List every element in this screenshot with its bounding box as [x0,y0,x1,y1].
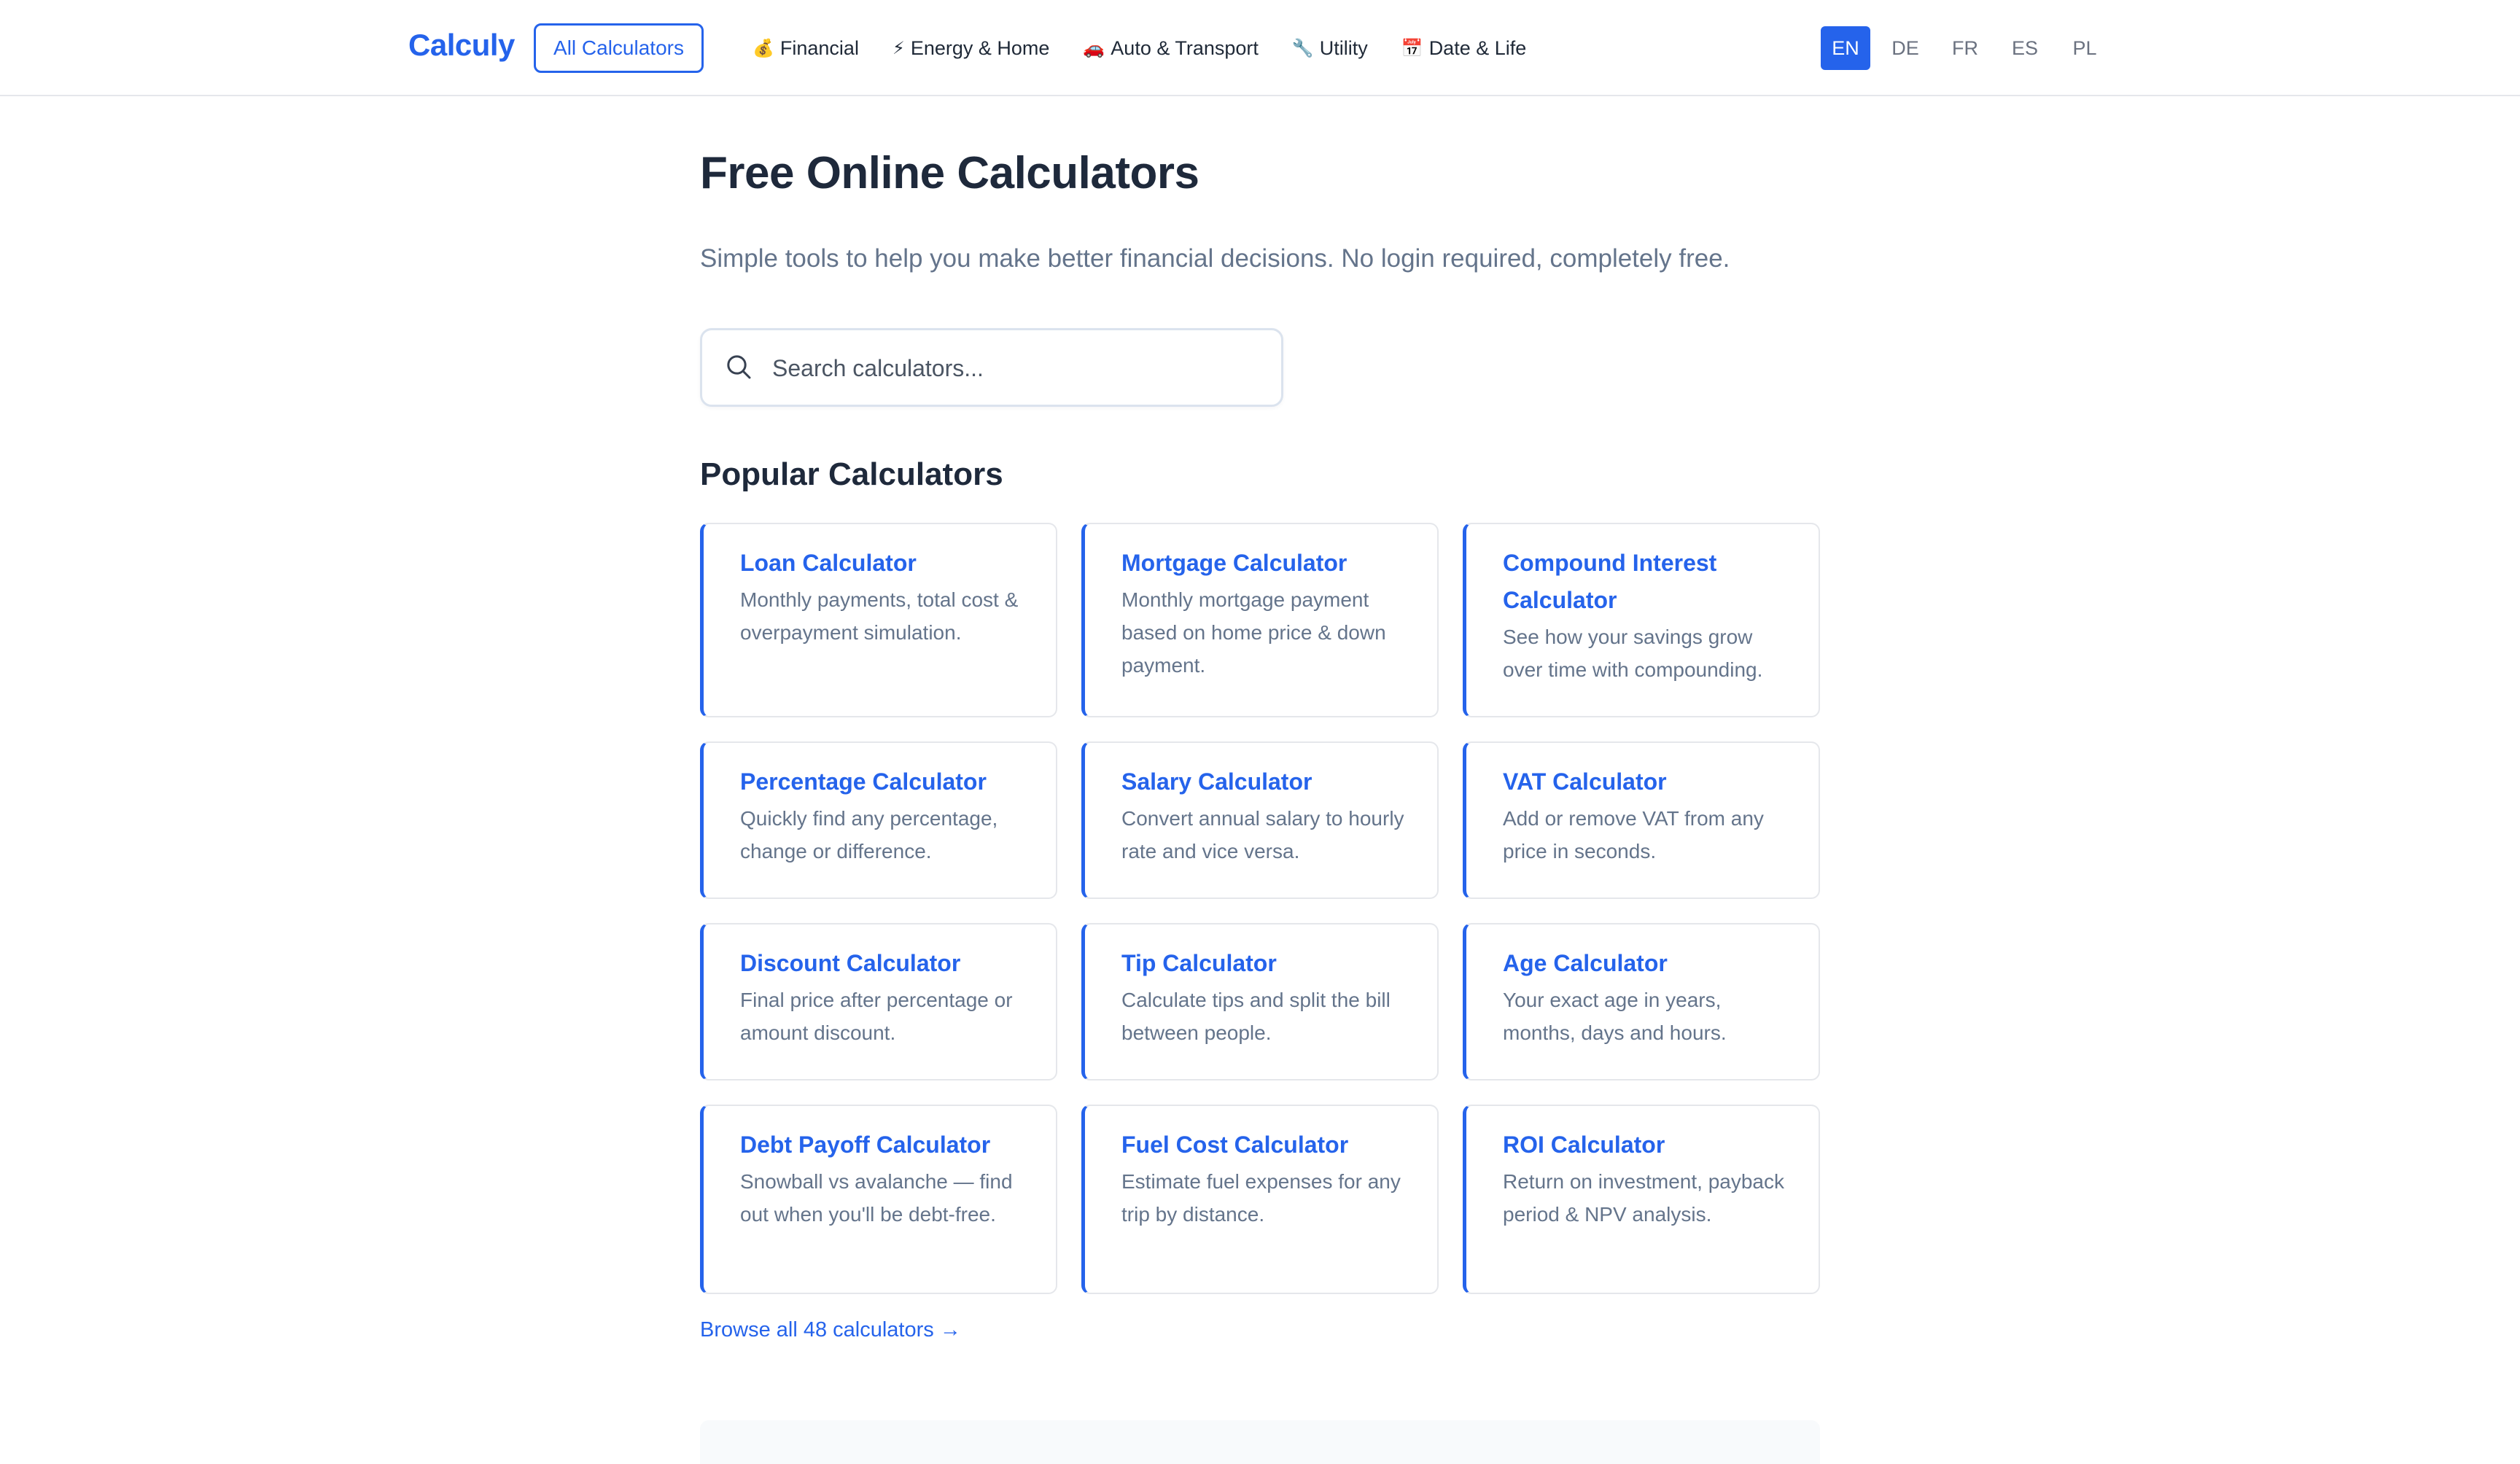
card-description: Monthly payments, total cost & overpayme… [740,588,1019,644]
card-debt-payoff-calculator[interactable]: Debt Payoff Calculator Snowball vs avala… [700,1105,1057,1294]
search-box[interactable] [700,328,1283,407]
card-description: Quickly find any percentage, change or d… [740,807,998,863]
card-title: Debt Payoff Calculator [740,1132,991,1158]
card-salary-calculator[interactable]: Salary Calculator Convert annual salary … [1081,741,1439,899]
nav-item-label: Utility [1319,36,1368,59]
card-description: Return on investment, payback period & N… [1503,1170,1784,1226]
card-percentage-calculator[interactable]: Percentage Calculator Quickly find any p… [700,741,1057,899]
page-subtitle: Simple tools to help you make better fin… [700,244,1730,273]
page-title: Free Online Calculators [700,148,1199,198]
card-title: Age Calculator [1503,950,1668,976]
nav-item-energy-home[interactable]: ⚡ Energy & Home [892,37,1049,60]
card-title: Percentage Calculator [740,768,987,795]
nav-item-utility[interactable]: 🔧 Utility [1292,37,1368,60]
card-description: Estimate fuel expenses for any trip by d… [1121,1170,1401,1226]
language-pl[interactable]: PL [2060,26,2109,70]
card-title: Mortgage Calculator [1121,550,1348,576]
card-loan-calculator[interactable]: Loan Calculator Monthly payments, total … [700,523,1057,717]
nav-item-date-life[interactable]: 📅 Date & Life [1401,37,1526,60]
card-age-calculator[interactable]: Age Calculator Your exact age in years, … [1463,923,1820,1081]
card-description: Calculate tips and split the bill betwee… [1121,989,1391,1044]
next-section-strip [700,1420,1820,1464]
card-title: Compound Interest Calculator [1503,550,1717,613]
wrench-icon: 🔧 [1291,38,1314,58]
nav-item-label: Date & Life [1428,36,1527,59]
browse-all-link[interactable]: Browse all 48 calculators → [700,1318,961,1342]
card-tip-calculator[interactable]: Tip Calculator Calculate tips and split … [1081,923,1439,1081]
card-mortgage-calculator[interactable]: Mortgage Calculator Monthly mortgage pay… [1081,523,1439,717]
card-title: Fuel Cost Calculator [1121,1132,1349,1158]
search-icon [727,355,751,379]
nav-item-financial[interactable]: 💰 Financial [752,37,859,60]
category-nav: 💰 Financial ⚡ Energy & Home 🚗 Auto & Tra… [752,32,1526,64]
card-title: Loan Calculator [740,550,917,576]
card-fuel-cost-calculator[interactable]: Fuel Cost Calculator Estimate fuel expen… [1081,1105,1439,1294]
card-roi-calculator[interactable]: ROI Calculator Return on investment, pay… [1463,1105,1820,1294]
top-navigation-bar: Calculy All Calculators 💰 Financial ⚡ En… [0,0,2520,96]
language-switcher: EN DE FR ES PL [1821,26,2109,70]
nav-item-label: Financial [779,36,859,59]
nav-item-label: Auto & Transport [1111,36,1259,59]
card-title: ROI Calculator [1503,1132,1665,1158]
card-compound-interest-calculator[interactable]: Compound Interest Calculator See how you… [1463,523,1820,717]
card-title: Discount Calculator [740,950,961,976]
calendar-icon: 📅 [1401,38,1423,58]
nav-item-label: Energy & Home [910,36,1050,59]
language-es[interactable]: ES [2000,26,2050,70]
card-description: Convert annual salary to hourly rate and… [1121,807,1404,863]
card-title: Salary Calculator [1121,768,1312,795]
language-de[interactable]: DE [1881,26,1930,70]
card-description: Your exact age in years, months, days an… [1503,989,1727,1044]
car-icon: 🚗 [1083,38,1105,58]
nav-item-auto-transport[interactable]: 🚗 Auto & Transport [1083,37,1259,60]
card-discount-calculator[interactable]: Discount Calculator Final price after pe… [700,923,1057,1081]
card-description: See how your savings grow over time with… [1503,626,1763,681]
card-vat-calculator[interactable]: VAT Calculator Add or remove VAT from an… [1463,741,1820,899]
card-description: Snowball vs avalanche — find out when yo… [740,1170,1013,1226]
card-title: Tip Calculator [1121,950,1277,976]
search-input[interactable] [772,343,1268,393]
money-bag-icon: 💰 [752,38,774,58]
language-fr[interactable]: FR [1940,26,1990,70]
brand-logo[interactable]: Calculy [408,28,515,63]
card-description: Monthly mortgage payment based on home p… [1121,588,1386,677]
language-en[interactable]: EN [1821,26,1870,70]
all-calculators-button[interactable]: All Calculators [534,23,704,73]
card-description: Add or remove VAT from any price in seco… [1503,807,1764,863]
card-title: VAT Calculator [1503,768,1667,795]
popular-calculators-heading: Popular Calculators [700,456,1003,492]
lightning-icon: ⚡ [892,38,905,58]
card-description: Final price after percentage or amount d… [740,989,1013,1044]
